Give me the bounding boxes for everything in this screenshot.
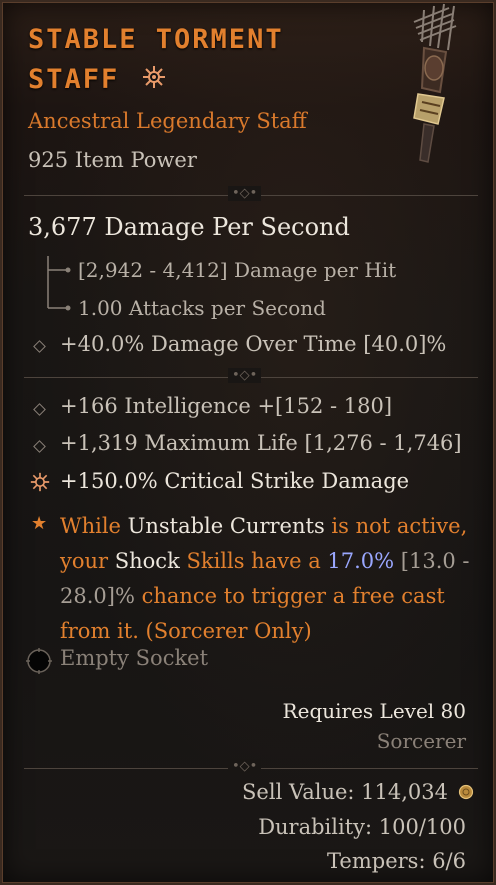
tempers: Tempers: 6/6 [327, 849, 466, 873]
gold-coin-icon [458, 784, 474, 804]
affix-crit-damage: +150.0% Critical Strike Damage [60, 469, 410, 493]
tempered-sunburst-icon [142, 65, 166, 96]
implicit-dot: +40.0% Damage Over Time [40.0]% [60, 332, 447, 356]
item-name-line2-text: STAFF [28, 64, 120, 95]
damage-per-hit: [2,942 - 4,412] Damage per Hit [78, 258, 397, 282]
legendary-star-icon: ★ [31, 513, 48, 534]
affix-intelligence: +166 Intelligence +[152 - 180] [60, 394, 393, 418]
item-tooltip: STABLE TORMENT STAFF Ancestral Legendary… [0, 0, 496, 885]
diamond-bullet-icon [33, 340, 46, 353]
legendary-aspect: While Unstable Currents is not active, y… [60, 509, 470, 649]
item-name-line1: STABLE TORMENT [28, 24, 284, 55]
required-level: Requires Level 80 [282, 699, 466, 723]
sell-value: Sell Value: 114,034 [242, 780, 448, 804]
legendary-line-2: your Shock Skills have a 17.0% [13.0 - [60, 549, 470, 573]
item-power: 925 Item Power [28, 148, 197, 172]
staff-image [413, 3, 457, 163]
attacks-per-second: 1.00 Attacks per Second [78, 296, 326, 320]
item-name-line2: STAFF [28, 64, 166, 96]
legendary-line-3: 28.0]% chance to trigger a free cast [60, 584, 445, 608]
dps-value: 3,677 Damage Per Second [28, 213, 350, 241]
crit-damage-icon [30, 472, 50, 496]
required-class: Sorcerer [376, 729, 466, 753]
diamond-bullet-icon [33, 403, 46, 416]
divider-ornament-icon: •◇• [228, 186, 262, 201]
tree-connector-icon [47, 256, 71, 311]
durability: Durability: 100/100 [258, 815, 466, 839]
divider-ornament-icon: •◇• [228, 368, 262, 383]
legendary-line-1: While Unstable Currents is not active, [60, 514, 468, 538]
empty-socket: Empty Socket [60, 646, 209, 670]
item-type: Ancestral Legendary Staff [28, 109, 307, 133]
affix-max-life: +1,319 Maximum Life [1,276 - 1,746] [60, 431, 462, 455]
divider-ornament-icon: •◇• [228, 759, 262, 774]
socket-icon [24, 646, 54, 680]
diamond-bullet-icon [33, 440, 46, 453]
legendary-line-4: from it. (Sorcerer Only) [60, 619, 312, 643]
